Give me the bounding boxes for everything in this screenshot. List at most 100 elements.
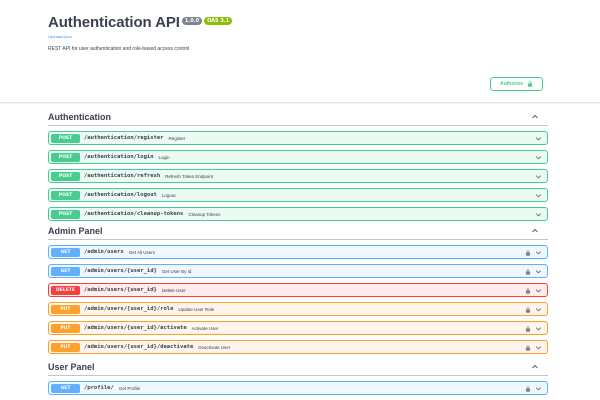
operation-path: /authentication/cleanup-tokens [84, 211, 184, 217]
chevron-down-icon[interactable] [534, 384, 543, 393]
chevron-down-icon[interactable] [534, 210, 543, 219]
section-authentication: Authentication POST/authentication/regist… [48, 108, 548, 221]
operation-row[interactable]: GET/admin/users Get All Users [48, 245, 548, 259]
section-user-panel: User Panel GET/profile/Get Profile [48, 358, 548, 395]
section-title: User Panel [48, 361, 95, 372]
operation-path: /admin/users [84, 249, 124, 255]
method-badge: DELETE [51, 285, 80, 295]
chevron-down-icon[interactable] [534, 172, 543, 181]
lock-icon[interactable] [525, 306, 531, 313]
operation-summary: Register [168, 135, 186, 141]
operation-summary: Activate User [191, 325, 219, 331]
api-info: Authentication API 1.0.0 OAS 3.1 /openap… [48, 14, 552, 52]
operation-controls [525, 267, 543, 276]
operation-summary: Update User Role [178, 306, 215, 312]
operation-path: /admin/users/{user_id}/role [84, 306, 174, 312]
method-badge: PUT [51, 323, 80, 333]
operation-row[interactable]: POST/authentication/refresh Refresh Token… [48, 169, 548, 183]
section-admin-panel: Admin Panel GET/admin/users Get All Users G… [48, 222, 548, 354]
chevron-down-icon[interactable] [534, 324, 543, 333]
operation-row[interactable]: POST/authentication/login Login [48, 150, 548, 164]
operation-row[interactable]: PUT/admin/users/{user_id}/deactivate Deac… [48, 340, 548, 354]
chevron-down-icon[interactable] [534, 305, 543, 314]
operation-controls [534, 153, 543, 162]
section-header[interactable]: Authentication [48, 108, 548, 126]
chevron-down-icon[interactable] [534, 248, 543, 257]
lock-icon[interactable] [525, 385, 531, 392]
operation-row[interactable]: PUT/admin/users/{user_id}/role Update Use… [48, 302, 548, 316]
chevron-down-icon[interactable] [534, 343, 543, 352]
operation-row[interactable]: POST/authentication/logout Logout [48, 188, 548, 202]
method-badge: GET [51, 383, 80, 393]
operation-summary: Deactivate User [198, 344, 231, 350]
operation-summary: Get All Users [128, 249, 156, 255]
collapse-caret-icon[interactable] [530, 226, 540, 236]
operation-path: /authentication/register [84, 135, 164, 141]
oas-badge: OAS 3.1 [204, 17, 233, 25]
operation-controls [534, 134, 543, 143]
authorize-label: Authorize [499, 81, 524, 87]
operation-summary: Login [158, 154, 170, 160]
operation-summary: Cleanup Tokens [188, 211, 221, 217]
method-badge: POST [51, 133, 80, 143]
operation-path: /authentication/refresh [84, 173, 161, 179]
version-badge: 1.0.0 [181, 17, 203, 25]
page-title: Authentication API [48, 14, 180, 31]
operation-controls [525, 343, 543, 352]
api-description: REST API for user authentication and rol… [48, 46, 190, 52]
operation-summary: Logout [161, 192, 176, 198]
chevron-down-icon[interactable] [534, 153, 543, 162]
method-badge: POST [51, 209, 80, 219]
operation-controls [525, 286, 543, 295]
title-row: Authentication API 1.0.0 OAS 3.1 [48, 14, 552, 34]
chevron-down-icon[interactable] [534, 267, 543, 276]
lock-icon[interactable] [525, 344, 531, 351]
section-header[interactable]: User Panel [48, 358, 548, 376]
collapse-caret-icon[interactable] [530, 362, 540, 372]
operation-row[interactable]: DELETE/admin/users/{user_id} Delete User [48, 283, 548, 297]
lock-icon[interactable] [525, 268, 531, 275]
operation-controls [534, 191, 543, 200]
unlock-icon [527, 81, 533, 87]
operation-path: /admin/users/{user_id} [84, 287, 157, 293]
operation-summary: Refresh Token Endpoint [165, 173, 214, 179]
operation-row[interactable]: POST/authentication/cleanup-tokens Cleanu… [48, 207, 548, 221]
chevron-down-icon[interactable] [534, 134, 543, 143]
operation-controls [525, 384, 543, 393]
section-header[interactable]: Admin Panel [48, 222, 548, 240]
operation-path: /profile/ [84, 385, 114, 391]
operation-row[interactable]: GET/profile/Get Profile [48, 381, 548, 395]
operation-summary: Get Profile [118, 385, 141, 391]
collapse-caret-icon[interactable] [530, 112, 540, 122]
method-badge: PUT [51, 304, 80, 314]
method-badge: GET [51, 247, 80, 257]
operation-controls [534, 210, 543, 219]
operation-row[interactable]: GET/admin/users/{user_id} Get User By Id [48, 264, 548, 278]
operation-summary: Get User By Id [161, 268, 192, 274]
operation-controls [525, 248, 543, 257]
operation-row[interactable]: POST/authentication/register Register [48, 131, 548, 145]
operation-path: /admin/users/{user_id} [84, 268, 157, 274]
lock-icon[interactable] [525, 325, 531, 332]
operation-row[interactable]: PUT/admin/users/{user_id}/activate Activa… [48, 321, 548, 335]
chevron-down-icon[interactable] [534, 286, 543, 295]
operation-controls [534, 172, 543, 181]
method-badge: PUT [51, 342, 80, 352]
operation-path: /authentication/login [84, 154, 154, 160]
chevron-down-icon[interactable] [534, 191, 543, 200]
method-badge: POST [51, 152, 80, 162]
section-title: Authentication [48, 111, 111, 122]
operation-path: /authentication/logout [84, 192, 157, 198]
lock-icon[interactable] [525, 249, 531, 256]
method-badge: POST [51, 171, 80, 181]
openapi-spec-link[interactable]: /openapi.json [48, 34, 552, 40]
operation-summary: Delete User [161, 287, 186, 293]
operation-path: /admin/users/{user_id}/deactivate [84, 344, 194, 350]
method-badge: GET [51, 266, 80, 276]
method-badge: POST [51, 190, 80, 200]
lock-icon[interactable] [525, 287, 531, 294]
authorize-button[interactable]: Authorize [490, 77, 543, 91]
operation-path: /admin/users/{user_id}/activate [84, 325, 187, 331]
operation-controls [525, 324, 543, 333]
operation-controls [525, 305, 543, 314]
